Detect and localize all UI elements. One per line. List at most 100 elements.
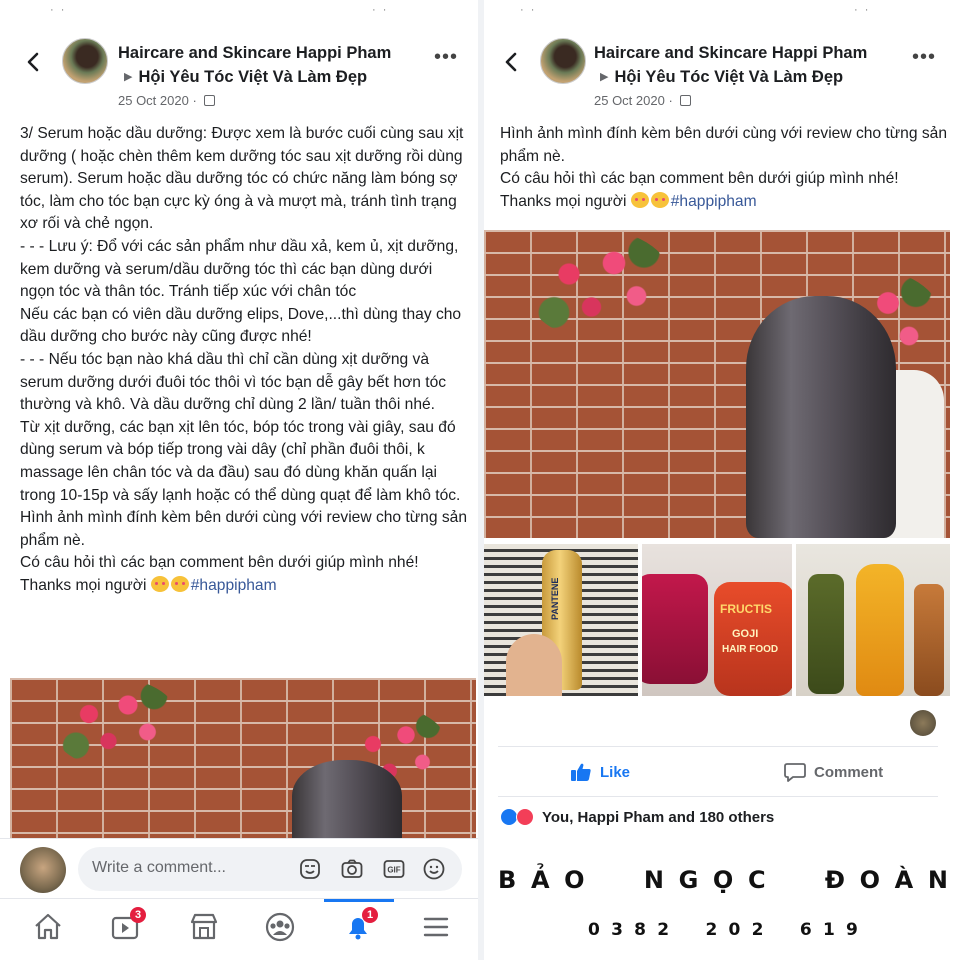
love-reaction-icon xyxy=(516,808,534,826)
post-header: Haircare and Skincare Happi Pham ▶ Hội Yê… xyxy=(0,36,478,112)
date-text: 25 Oct 2020 · xyxy=(118,93,201,108)
back-arrow-icon[interactable] xyxy=(500,50,524,74)
comment-button[interactable]: Comment xyxy=(784,762,883,782)
play-triangle-icon: ▶ xyxy=(124,71,133,83)
thanks-text: Thanks mọi người xyxy=(500,192,631,210)
page-avatar[interactable] xyxy=(540,38,586,84)
post-paragraph: Hình ảnh mình đính kèm bên dưới cùng với… xyxy=(500,125,948,165)
phone-digit: 9 xyxy=(846,920,858,940)
oil-bottle-green xyxy=(808,574,844,694)
signature-letter: À xyxy=(894,866,914,894)
post-photo-hair[interactable] xyxy=(484,230,950,538)
thanks-line: Thanks mọi người #happipham xyxy=(20,575,470,598)
group-name[interactable]: Hội Yêu Tóc Việt Và Làm Đẹp xyxy=(138,68,367,86)
product-photo-grid: PANTENE FRUCTIS GOJI HAIR FOOD xyxy=(484,544,950,696)
more-options-icon[interactable]: ••• xyxy=(434,47,458,67)
user-avatar[interactable] xyxy=(20,847,66,893)
status-fragment: · · xyxy=(50,4,67,16)
avatar-sticker-icon[interactable] xyxy=(298,857,322,881)
hand xyxy=(506,634,562,696)
privacy-group-icon xyxy=(680,95,692,106)
gif-icon[interactable]: GIF xyxy=(382,857,406,881)
fructis-jar: FRUCTIS GOJI HAIR FOOD xyxy=(714,582,792,696)
post-body: 3/ Serum hoặc dầu dưỡng: Được xem là bướ… xyxy=(20,123,470,597)
post-paragraph: Từ xịt dưỡng, các bạn xịt lên tóc, bóp t… xyxy=(20,418,461,504)
red-jar xyxy=(642,574,708,684)
home-icon[interactable] xyxy=(26,905,70,949)
hashtag-link[interactable]: #happipham xyxy=(671,193,757,210)
post-paragraph: Có câu hỏi thì các bạn comment bên dưới … xyxy=(500,170,899,188)
phone-digit: 2 xyxy=(657,920,670,940)
post-photo-hair[interactable] xyxy=(10,678,476,848)
nav-notifications[interactable]: 1 xyxy=(336,905,380,949)
goji-label: GOJI xyxy=(732,628,759,640)
group-link[interactable]: ▶ Hội Yêu Tóc Việt Và Làm Đẹp xyxy=(600,68,843,87)
group-name[interactable]: Hội Yêu Tóc Việt Và Làm Đẹp xyxy=(614,68,843,86)
smiling-hearts-emoji-icon xyxy=(650,191,669,208)
menu-icon[interactable] xyxy=(414,905,458,949)
page-name[interactable]: Haircare and Skincare Happi Pham xyxy=(594,44,867,63)
post-date: 25 Oct 2020 · xyxy=(118,93,216,108)
fructis-label: FRUCTIS xyxy=(720,602,772,616)
smiling-hearts-emoji-icon xyxy=(170,575,189,592)
bottom-navigation: 3 1 xyxy=(0,898,478,960)
hair-food-label: HAIR FOOD xyxy=(722,644,779,655)
phone-digit: 6 xyxy=(799,920,812,940)
back-arrow-icon[interactable] xyxy=(22,50,46,74)
signature-letter: N xyxy=(643,866,664,894)
smiling-hearts-emoji-icon xyxy=(630,191,649,208)
group-link[interactable]: ▶ Hội Yêu Tóc Việt Và Làm Đẹp xyxy=(124,68,367,87)
reactor-avatar[interactable] xyxy=(910,710,936,736)
status-bar: · · · · xyxy=(484,0,960,22)
signature-letter: B xyxy=(498,866,517,894)
page-name[interactable]: Haircare and Skincare Happi Pham xyxy=(118,44,391,63)
signature-letter: Đ xyxy=(824,866,845,894)
thanks-text: Thanks mọi người xyxy=(20,576,151,594)
bougainvillea-flowers xyxy=(524,230,674,340)
thumbs-up-icon xyxy=(571,763,591,781)
signature-letter: O xyxy=(859,866,881,894)
like-button[interactable]: Like xyxy=(570,762,630,782)
comment-composer: Write a comment... GIF xyxy=(0,838,478,898)
emoji-smiley-icon[interactable] xyxy=(422,857,446,881)
phone-digit: 0 xyxy=(728,920,741,940)
video-badge: 3 xyxy=(130,907,146,923)
product-photo-fructis[interactable]: FRUCTIS GOJI HAIR FOOD xyxy=(642,544,792,696)
post-paragraph: 3/ Serum hoặc dầu dưỡng: Được xem là bướ… xyxy=(20,125,468,233)
signature-letter: N xyxy=(927,866,948,894)
signature-letter: O xyxy=(564,866,585,894)
phone-digit: 0 xyxy=(588,920,600,940)
status-bar: · · · · xyxy=(0,0,478,22)
marketplace-icon[interactable] xyxy=(182,905,226,949)
svg-text:GIF: GIF xyxy=(387,866,400,875)
separator xyxy=(498,746,938,747)
post-header: Haircare and Skincare Happi Pham ▶ Hội Yê… xyxy=(484,36,960,112)
oil-bottle-yellow xyxy=(856,564,904,696)
nav-video[interactable]: 3 xyxy=(104,905,148,949)
status-fragment: · · xyxy=(372,4,389,16)
groups-icon[interactable] xyxy=(258,905,302,949)
post-date: 25 Oct 2020 · xyxy=(594,93,692,108)
comment-label: Comment xyxy=(814,763,884,781)
status-fragment: · · xyxy=(520,4,537,16)
oil-bottle-amber xyxy=(914,584,944,696)
post-body: Hình ảnh mình đính kèm bên dưới cùng với… xyxy=(500,123,950,213)
reactions-text: You, Happi Pham and 180 others xyxy=(542,808,775,826)
status-fragment: · · xyxy=(854,4,871,16)
product-photo-pantene[interactable]: PANTENE xyxy=(484,544,638,696)
thanks-line: Thanks mọi người #happipham xyxy=(500,191,950,214)
reactions-summary[interactable]: You, Happi Pham and 180 others xyxy=(500,808,774,826)
more-options-icon[interactable]: ••• xyxy=(912,47,936,67)
product-photo-oils[interactable] xyxy=(796,544,950,696)
comment-placeholder: Write a comment... xyxy=(92,859,226,876)
date-text: 25 Oct 2020 · xyxy=(594,93,677,108)
comment-input[interactable]: Write a comment... GIF xyxy=(78,847,462,891)
privacy-group-icon xyxy=(204,95,216,106)
signature-phone: 0 3 8 2 2 0 2 6 1 9 xyxy=(588,920,858,940)
phone-digit: 3 xyxy=(611,920,623,940)
hashtag-link[interactable]: #happipham xyxy=(191,577,277,594)
camera-icon[interactable] xyxy=(340,857,364,881)
right-screenshot: · · · · Haircare and Skincare Happi Pham… xyxy=(484,0,960,960)
phone-digit: 1 xyxy=(822,920,835,940)
page-avatar[interactable] xyxy=(62,38,108,84)
